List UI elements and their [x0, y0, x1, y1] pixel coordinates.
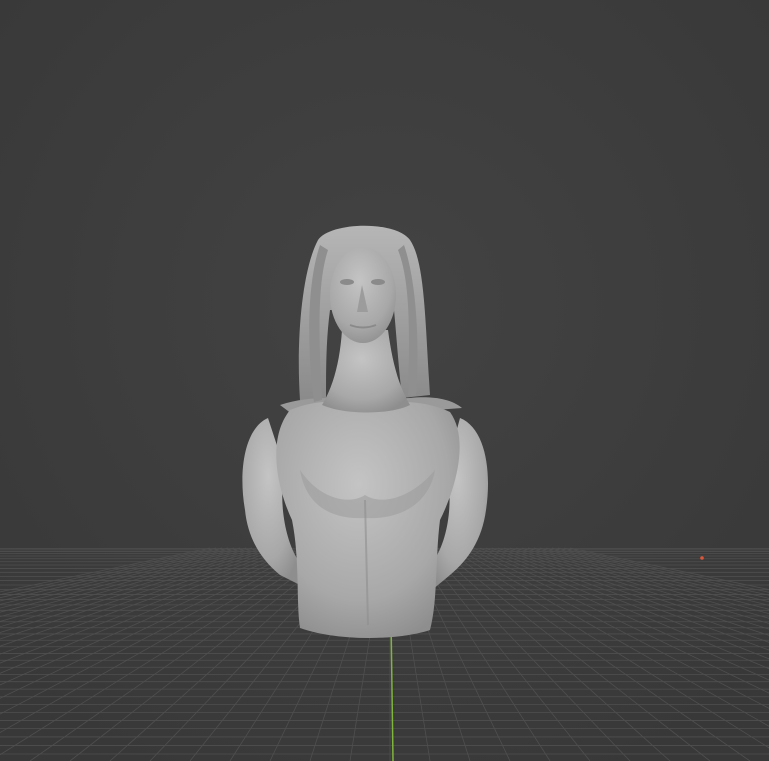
light-marker-icon[interactable]	[700, 556, 704, 560]
viewport-canvas[interactable]	[0, 0, 769, 761]
right-eye	[371, 279, 385, 285]
3d-viewport[interactable]	[0, 0, 769, 761]
left-eye	[340, 279, 354, 285]
